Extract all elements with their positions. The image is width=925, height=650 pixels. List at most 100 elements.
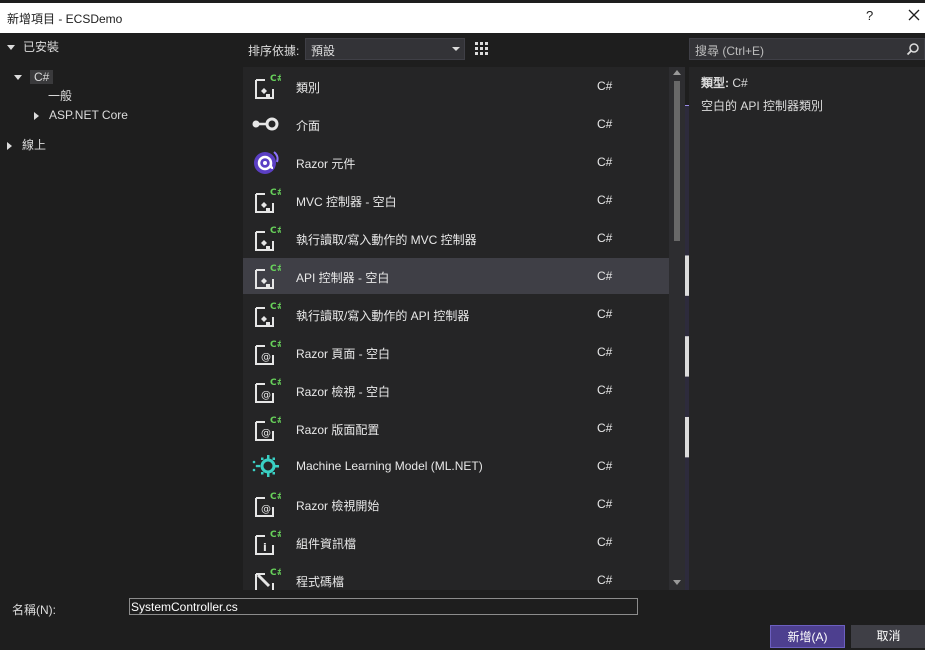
template-language: C# <box>597 345 613 359</box>
template-item[interactable]: C# 程式碼檔 C# <box>243 562 669 590</box>
template-language: C# <box>597 459 613 473</box>
svg-text:C#: C# <box>270 340 281 350</box>
interface-icon <box>251 110 281 138</box>
svg-text:C#: C# <box>270 492 281 502</box>
svg-text:C#: C# <box>270 378 281 388</box>
template-item[interactable]: @ C# Razor 版面配置 C# <box>243 410 669 446</box>
footer: 名稱(N): 新增(A) 取消 <box>0 590 925 650</box>
template-name: Razor 元件 <box>296 157 356 171</box>
tree-node-csharp[interactable]: C# <box>14 67 54 87</box>
template-name: Razor 檢視 - 空白 <box>296 385 391 399</box>
search-icon <box>906 43 919 56</box>
template-item[interactable]: @ C# Razor 檢視 - 空白 C# <box>243 372 669 408</box>
title-bar: 新增項目 - ECSDemo ? <box>0 0 925 33</box>
scroll-up-icon[interactable] <box>673 70 681 75</box>
template-name: 執行讀取/寫入動作的 API 控制器 <box>296 309 470 323</box>
svg-text:@: @ <box>261 504 271 515</box>
expand-icon[interactable] <box>14 75 22 81</box>
svg-text:C#: C# <box>270 74 281 84</box>
template-item[interactable]: C# 類別 C# <box>243 68 669 104</box>
razor-component-icon <box>251 148 281 176</box>
expand-icon[interactable] <box>7 45 15 51</box>
template-item[interactable]: C# API 控制器 - 空白 C# <box>243 258 669 294</box>
template-language: C# <box>597 231 613 245</box>
name-label: 名稱(N): <box>12 603 56 617</box>
sort-label: 排序依據: <box>248 44 300 58</box>
svg-text:C#: C# <box>270 188 281 198</box>
type-line: 類型: C# <box>701 76 748 90</box>
template-name: 介面 <box>296 119 321 133</box>
template-name: Machine Learning Model (ML.NET) <box>296 459 483 473</box>
grid-view-icon[interactable] <box>471 38 492 59</box>
close-icon[interactable] <box>906 7 922 23</box>
template-language: C# <box>597 383 613 397</box>
cancel-button[interactable]: 取消 <box>851 625 925 648</box>
template-language: C# <box>597 117 613 131</box>
template-name: API 控制器 - 空白 <box>296 271 390 285</box>
template-language: C# <box>597 269 613 283</box>
csharp-class-icon: C# <box>251 300 284 328</box>
tree-node-aspnet-core[interactable]: ASP.NET Core <box>34 105 128 125</box>
sort-value: 預設 <box>311 44 336 58</box>
template-item[interactable]: C# 執行讀取/寫入動作的 API 控制器 C# <box>243 296 669 332</box>
razor-page-icon: @ C# <box>251 490 284 518</box>
svg-text:C#: C# <box>270 264 281 274</box>
template-language: C# <box>597 193 613 207</box>
template-item[interactable]: Razor 元件 C# <box>243 144 669 180</box>
category-tree: 已安裝 C# 一般 ASP.NET Core 線上 <box>0 33 243 590</box>
template-language: C# <box>597 535 613 549</box>
template-item[interactable]: C# MVC 控制器 - 空白 C# <box>243 182 669 218</box>
csharp-class-icon: C# <box>251 262 284 290</box>
detail-panel: 類型: C# 空白的 API 控制器類別 <box>689 67 925 590</box>
template-language: C# <box>597 155 613 169</box>
razor-page-icon: @ C# <box>251 338 284 366</box>
list-scrollbar[interactable] <box>669 67 685 590</box>
collapse-icon[interactable] <box>7 141 12 150</box>
csharp-class-icon: C# <box>251 72 284 100</box>
tree-node-installed[interactable]: 已安裝 <box>7 37 59 57</box>
template-item[interactable]: @ C# Razor 頁面 - 空白 C# <box>243 334 669 370</box>
search-box[interactable]: 搜尋 (Ctrl+E) <box>689 38 925 60</box>
sort-toolbar: 排序依據: 預設 <box>243 38 921 628</box>
collapse-icon[interactable] <box>34 111 39 120</box>
scroll-down-icon[interactable] <box>673 580 681 585</box>
template-language: C# <box>597 421 613 435</box>
template-name: 執行讀取/寫入動作的 MVC 控制器 <box>296 233 477 247</box>
template-language: C# <box>597 79 613 93</box>
svg-text:@: @ <box>261 428 271 439</box>
svg-text:C#: C# <box>270 302 281 312</box>
template-language: C# <box>597 573 613 587</box>
scrollbar-thumb[interactable] <box>674 81 680 241</box>
svg-text:@: @ <box>261 352 271 363</box>
tree-node-general[interactable]: 一般 <box>48 86 72 106</box>
template-name: Razor 檢視開始 <box>296 499 380 513</box>
template-name: Razor 頁面 - 空白 <box>296 347 391 361</box>
template-item[interactable]: C# 執行讀取/寫入動作的 MVC 控制器 C# <box>243 220 669 256</box>
template-item[interactable]: @ C# Razor 檢視開始 C# <box>243 486 669 522</box>
razor-page-icon: @ C# <box>251 376 284 404</box>
svg-text:C#: C# <box>270 226 281 236</box>
template-name: 類別 <box>296 81 321 95</box>
help-button[interactable]: ? <box>866 8 873 23</box>
template-language: C# <box>597 307 613 321</box>
name-field[interactable] <box>129 598 638 615</box>
ml-net-icon <box>251 452 281 480</box>
template-item[interactable]: 介面 C# <box>243 106 669 142</box>
assembly-info-icon: iC# <box>251 528 284 556</box>
svg-text:C#: C# <box>270 416 281 426</box>
template-name: 程式碼檔 <box>296 575 345 589</box>
template-list[interactable]: C# 類別 C# 介面 C# Razor 元件 C# C# MVC 控制器 - 空白 C# C# 執行… <box>243 67 669 590</box>
sort-dropdown[interactable]: 預設 <box>305 38 465 60</box>
tree-node-online[interactable]: 線上 <box>7 135 46 155</box>
template-name: MVC 控制器 - 空白 <box>296 195 397 209</box>
svg-text:C#: C# <box>270 530 281 540</box>
template-name: 組件資訊檔 <box>296 537 357 551</box>
search-input[interactable]: 搜尋 (Ctrl+E) <box>695 42 764 59</box>
razor-page-icon: @ C# <box>251 414 284 442</box>
template-item[interactable]: iC# 組件資訊檔 C# <box>243 524 669 560</box>
svg-text:@: @ <box>261 390 271 401</box>
csharp-class-icon: C# <box>251 224 284 252</box>
template-item[interactable]: Machine Learning Model (ML.NET) C# <box>243 448 669 484</box>
window-title: 新增項目 - ECSDemo <box>7 12 123 26</box>
add-button[interactable]: 新增(A) <box>770 625 845 648</box>
